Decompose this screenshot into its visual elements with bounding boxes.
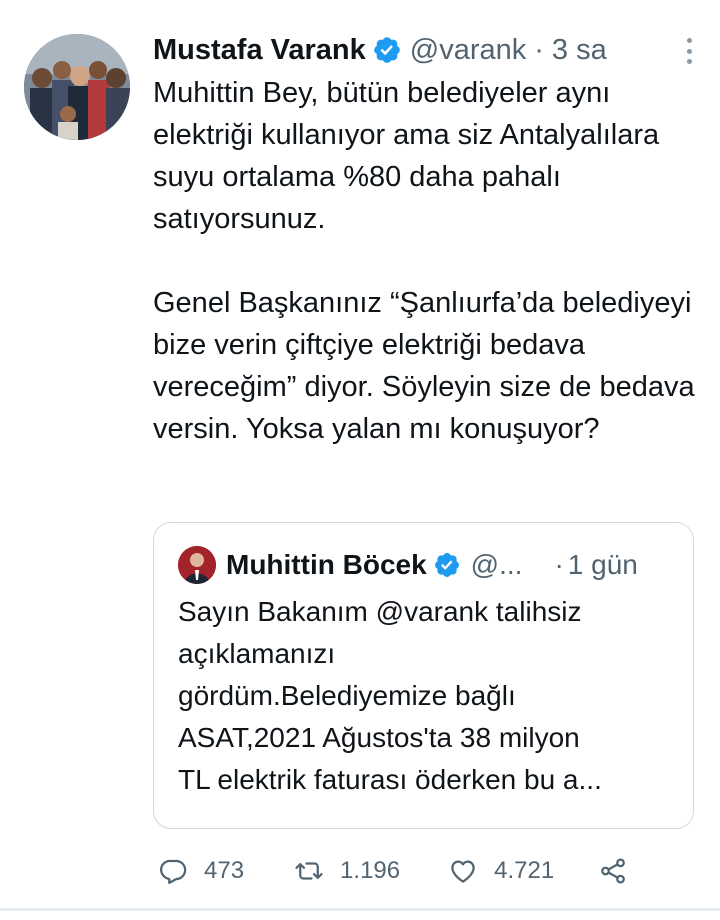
like-count: 4.721 xyxy=(494,857,555,884)
quoted-text-line: açıklamanızı xyxy=(178,638,336,669)
quoted-author-name: Muhittin Böcek xyxy=(226,549,427,580)
tweet-time[interactable]: 3 sa xyxy=(552,34,607,67)
retweet-icon xyxy=(295,862,323,880)
verified-badge-icon xyxy=(434,553,459,577)
author-handle[interactable]: @varank xyxy=(410,34,526,67)
quoted-tweet[interactable]: Muhittin Böcek @... · 1 gün Sayın Bakanı… xyxy=(153,522,694,829)
author-avatar[interactable] xyxy=(24,34,130,140)
separator-dot: · xyxy=(534,33,544,66)
heart-icon xyxy=(451,860,475,883)
separator-dot: · xyxy=(554,549,564,580)
quoted-text-line: Sayın Bakanım @varank talihsiz xyxy=(178,596,582,627)
reply-icon xyxy=(160,859,187,884)
tweet-paragraph: Muhittin Bey, bütün belediyeler aynı ele… xyxy=(153,77,660,235)
like-button[interactable]: 4.721 xyxy=(448,856,554,886)
share-button[interactable] xyxy=(598,856,628,886)
retweet-count: 1.196 xyxy=(340,857,401,884)
verified-badge-icon xyxy=(373,37,400,63)
quoted-tweet-time: 1 gün xyxy=(567,549,638,580)
share-icon xyxy=(601,858,626,884)
quoted-text-line: TL elektrik faturası öderken bu a... xyxy=(178,764,602,795)
quoted-text-line: ASAT,2021 Ağustos'ta 38 milyon xyxy=(178,722,580,753)
reply-button[interactable]: 473 xyxy=(158,856,244,886)
tweet-text: Muhittin Bey, bütün belediyeler aynı ele… xyxy=(153,72,708,450)
tweet-header: Mustafa Varank @varank · 3 sa xyxy=(153,30,693,70)
retweet-button[interactable]: 1.196 xyxy=(294,856,400,886)
quoted-author-avatar xyxy=(178,546,216,584)
tweet-paragraph: Genel Başkanınız “Şanlıurfa’da belediyey… xyxy=(153,287,695,445)
author-name[interactable]: Mustafa Varank xyxy=(153,34,366,67)
tweet-actions: 473 1.196 4.721 xyxy=(158,850,628,892)
more-vertical-icon[interactable] xyxy=(685,38,693,64)
reply-count: 473 xyxy=(204,857,245,884)
quoted-text-line: gördüm.Belediyemize bağlı xyxy=(178,680,516,711)
quoted-tweet-header: Muhittin Böcek @... · 1 gün xyxy=(178,545,688,585)
divider xyxy=(0,908,720,911)
quoted-tweet-text: Sayın Bakanım @varank talihsiz açıklaman… xyxy=(178,591,678,801)
quoted-author-handle: @... xyxy=(470,549,523,580)
